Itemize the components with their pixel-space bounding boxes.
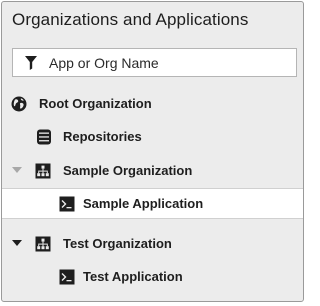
filter-field[interactable] <box>12 48 297 77</box>
org-chart-icon <box>35 163 51 179</box>
tree-item-label: Sample Application <box>83 196 204 211</box>
organizations-panel: Organizations and Applications Root Orga… <box>1 1 304 302</box>
tree-item-test-organization[interactable]: Test Organization <box>2 230 303 258</box>
terminal-icon <box>59 196 75 212</box>
filter-icon <box>25 56 37 70</box>
chevron-down-icon[interactable] <box>12 240 22 246</box>
tree-item-label: Test Organization <box>63 236 172 251</box>
tree-item-label: Root Organization <box>39 96 152 111</box>
tree-item-repositories[interactable]: Repositories <box>2 123 303 151</box>
org-chart-icon <box>35 236 51 252</box>
panel-title: Organizations and Applications <box>12 10 249 29</box>
database-icon <box>37 129 51 145</box>
tree-item-root-organization[interactable]: Root Organization <box>2 90 303 118</box>
tree-item-test-application[interactable]: Test Application <box>2 263 303 291</box>
filter-input[interactable] <box>49 51 289 74</box>
globe-icon <box>11 96 27 112</box>
tree-item-label: Sample Organization <box>63 163 193 178</box>
tree-item-sample-organization[interactable]: Sample Organization <box>2 157 303 185</box>
tree-item-sample-application[interactable]: Sample Application <box>2 188 303 219</box>
chevron-down-icon[interactable] <box>12 167 22 173</box>
tree-item-label: Test Application <box>83 269 183 284</box>
tree-item-label: Repositories <box>63 129 142 144</box>
terminal-icon <box>59 269 75 285</box>
